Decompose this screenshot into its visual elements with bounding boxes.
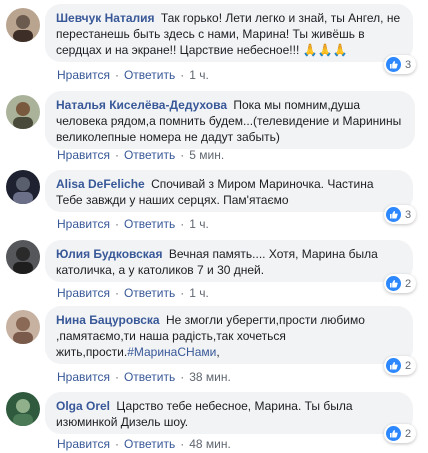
comment-timestamp[interactable]: 1 ч. bbox=[189, 286, 209, 300]
comment-timestamp[interactable]: 38 мин. bbox=[189, 370, 231, 384]
comment-actions: Нравится · Ответить · 1 ч. bbox=[57, 68, 209, 82]
comment-timestamp[interactable]: 1 ч. bbox=[189, 217, 209, 231]
reaction-number: 3 bbox=[405, 58, 412, 71]
avatar[interactable] bbox=[6, 310, 40, 344]
like-icon bbox=[386, 276, 401, 291]
separator: · bbox=[114, 370, 119, 384]
comment-timestamp[interactable]: 1 ч. bbox=[189, 68, 209, 82]
comment-bubble: Шевчук Наталия Так горько! Лети легко и … bbox=[45, 4, 413, 62]
hashtag-link[interactable]: #МаринаСНами bbox=[127, 345, 216, 359]
user-photo-icon bbox=[6, 95, 40, 129]
like-link[interactable]: Нравится bbox=[57, 148, 110, 162]
comment-author[interactable]: Olga Orel bbox=[56, 399, 110, 413]
comment-actions: Нравится · Ответить · 5 мин. bbox=[57, 148, 224, 162]
reaction-number: 2 bbox=[405, 359, 412, 372]
like-icon bbox=[386, 358, 401, 373]
like-icon bbox=[386, 207, 401, 222]
reply-link[interactable]: Ответить bbox=[124, 68, 175, 82]
comment-text-tail: , bbox=[216, 345, 220, 359]
like-link[interactable]: Нравится bbox=[57, 286, 110, 300]
comment-timestamp[interactable]: 5 мин. bbox=[189, 148, 224, 162]
separator: · bbox=[114, 68, 119, 82]
comment-actions: Нравится · Ответить · 1 ч. bbox=[57, 286, 209, 300]
reaction-count[interactable]: 2 bbox=[384, 424, 417, 443]
reply-link[interactable]: Ответить bbox=[124, 148, 175, 162]
like-link[interactable]: Нравится bbox=[57, 68, 110, 82]
comment-author[interactable]: Юлия Будковская bbox=[56, 247, 162, 261]
reply-link[interactable]: Ответить bbox=[124, 437, 175, 451]
comment-bubble: Нина Бацуровска Не змогли уберегти,прост… bbox=[45, 306, 413, 364]
reaction-number: 3 bbox=[405, 208, 412, 221]
comment-bubble: Olga Orel Царство тебе небесное, Марина.… bbox=[45, 392, 413, 434]
separator: · bbox=[180, 68, 185, 82]
avatar[interactable] bbox=[6, 392, 40, 426]
separator: · bbox=[180, 437, 185, 451]
avatar[interactable] bbox=[6, 95, 40, 129]
reaction-number: 2 bbox=[405, 427, 412, 440]
like-link[interactable]: Нравится bbox=[57, 437, 110, 451]
like-icon bbox=[386, 57, 401, 72]
like-icon bbox=[386, 426, 401, 441]
separator: · bbox=[114, 437, 119, 451]
separator: · bbox=[180, 370, 185, 384]
user-photo-icon bbox=[6, 240, 40, 274]
like-link[interactable]: Нравится bbox=[57, 217, 110, 231]
separator: · bbox=[114, 286, 119, 300]
reply-link[interactable]: Ответить bbox=[124, 217, 175, 231]
avatar[interactable] bbox=[6, 240, 40, 274]
comment-author[interactable]: Шевчук Наталия bbox=[56, 11, 155, 25]
reaction-count[interactable]: 3 bbox=[384, 205, 417, 224]
comment-bubble: Наталья Киселёва-Дедухова Пока мы помним… bbox=[45, 91, 415, 149]
reaction-count[interactable]: 2 bbox=[384, 274, 417, 293]
like-link[interactable]: Нравится bbox=[57, 370, 110, 384]
comment-actions: Нравится · Ответить · 1 ч. bbox=[57, 217, 209, 231]
comment-bubble: Alisa DeFeliche Спочивай з Миром Мариноч… bbox=[45, 170, 413, 212]
comment-timestamp[interactable]: 48 мин. bbox=[189, 437, 231, 451]
separator: · bbox=[114, 148, 119, 162]
user-photo-icon bbox=[6, 8, 40, 42]
avatar[interactable] bbox=[6, 170, 40, 204]
avatar[interactable] bbox=[6, 8, 40, 42]
comment-author[interactable]: Alisa DeFeliche bbox=[56, 177, 145, 191]
reaction-number: 2 bbox=[405, 277, 412, 290]
reply-link[interactable]: Ответить bbox=[124, 286, 175, 300]
user-photo-icon bbox=[6, 170, 40, 204]
reaction-count[interactable]: 2 bbox=[384, 356, 417, 375]
separator: · bbox=[180, 217, 185, 231]
comment-author[interactable]: Нина Бацуровска bbox=[56, 313, 160, 327]
comment-actions: Нравится · Ответить · 48 мин. bbox=[57, 437, 231, 451]
user-photo-icon bbox=[6, 310, 40, 344]
separator: · bbox=[180, 148, 185, 162]
separator: · bbox=[114, 217, 119, 231]
reaction-count[interactable]: 3 bbox=[384, 55, 417, 74]
comment-bubble: Юлия Будковская Вечная память.... Хотя, … bbox=[45, 240, 413, 282]
separator: · bbox=[180, 286, 185, 300]
comment-author[interactable]: Наталья Киселёва-Дедухова bbox=[56, 98, 227, 112]
comment-actions: Нравится · Ответить · 38 мин. bbox=[57, 370, 231, 384]
user-photo-icon bbox=[6, 392, 40, 426]
reply-link[interactable]: Ответить bbox=[124, 370, 175, 384]
